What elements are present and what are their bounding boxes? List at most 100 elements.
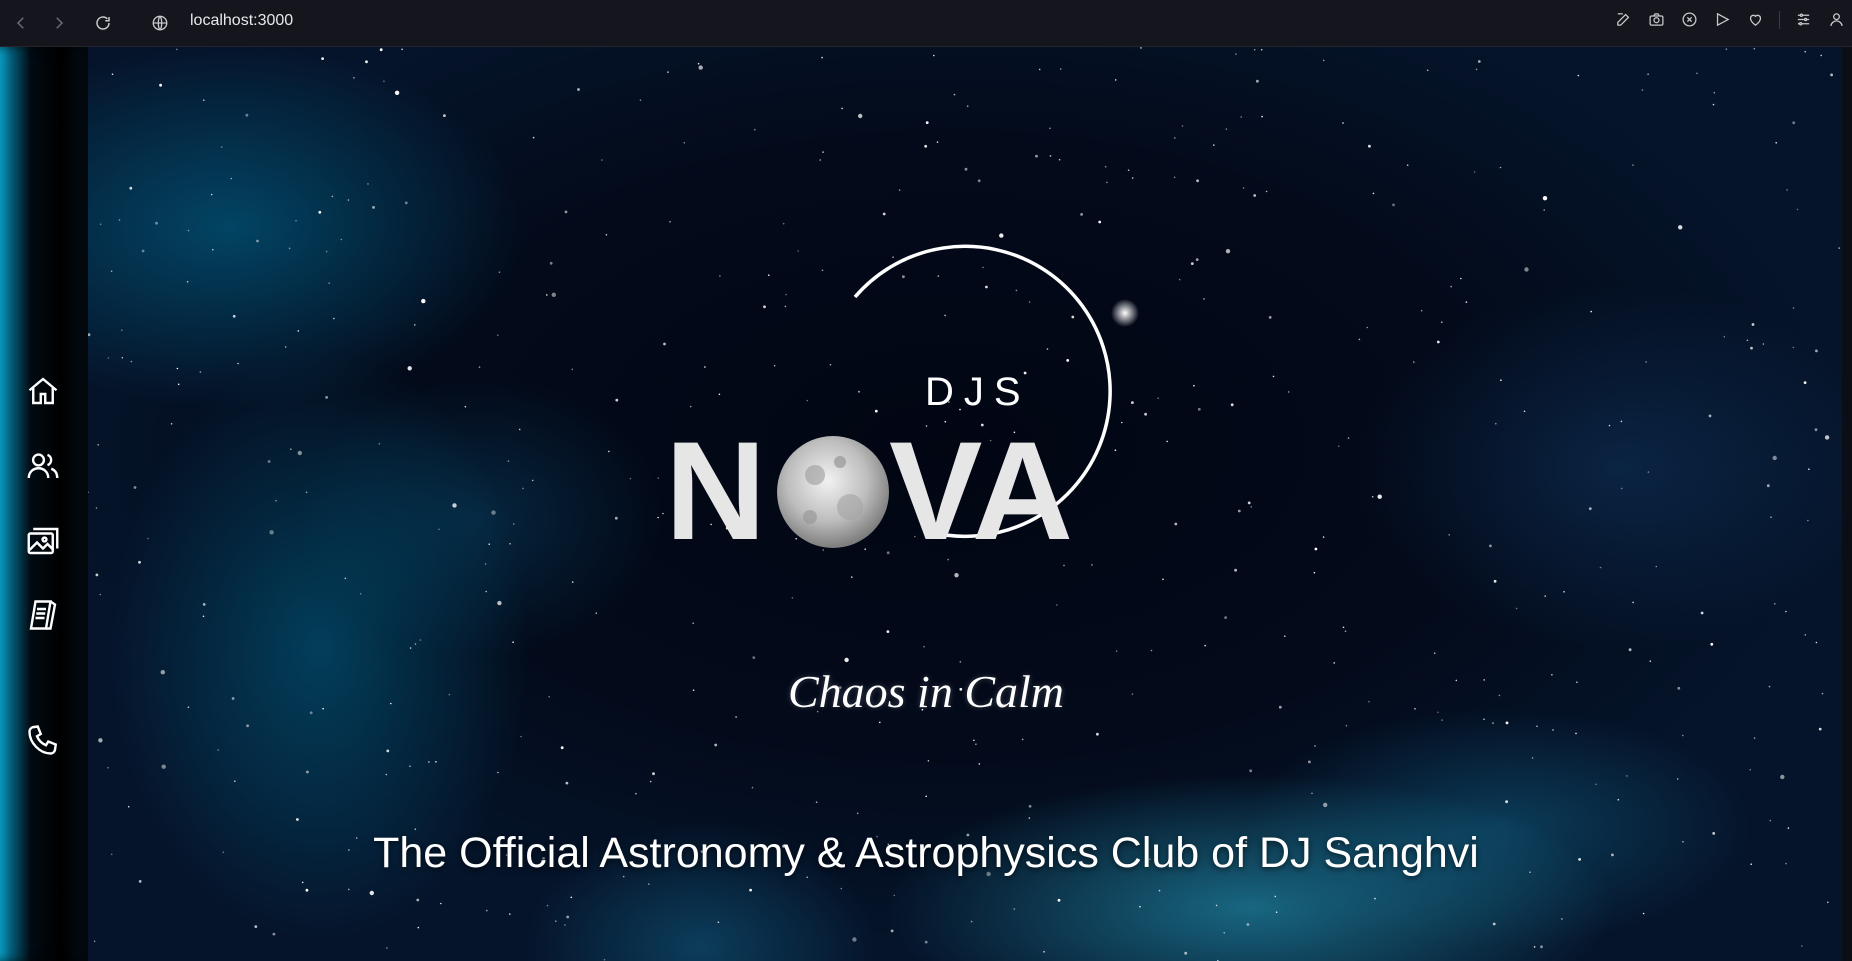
star	[973, 739, 975, 742]
star	[130, 360, 133, 363]
star	[546, 904, 549, 907]
star	[1682, 734, 1684, 737]
camera-icon[interactable]	[1647, 10, 1666, 29]
star	[325, 250, 328, 253]
settings-sliders-icon[interactable]	[1794, 10, 1813, 29]
star	[936, 141, 939, 143]
star	[1441, 321, 1443, 324]
star	[141, 249, 145, 253]
star	[202, 603, 206, 606]
star	[288, 247, 291, 250]
star	[1240, 116, 1242, 118]
star	[518, 428, 521, 431]
star	[953, 93, 956, 96]
star	[385, 773, 388, 776]
star	[272, 932, 276, 936]
star	[898, 189, 901, 191]
star	[301, 881, 304, 884]
page-scrollbar[interactable]	[1842, 47, 1852, 961]
star	[1358, 338, 1361, 341]
star	[1253, 194, 1257, 197]
star	[161, 764, 166, 769]
star	[440, 902, 442, 905]
star	[512, 523, 515, 525]
star	[560, 746, 564, 750]
star	[1114, 79, 1117, 81]
star	[176, 48, 178, 51]
send-icon[interactable]	[1713, 10, 1732, 29]
star	[340, 238, 343, 241]
star	[564, 210, 568, 214]
users-icon	[27, 453, 59, 479]
star	[507, 460, 510, 462]
sidebar-item-members[interactable]	[22, 445, 64, 487]
star	[1056, 604, 1058, 606]
star	[1804, 634, 1807, 636]
star	[414, 643, 417, 645]
star	[1577, 74, 1580, 77]
star	[1750, 346, 1753, 350]
star	[1371, 496, 1374, 498]
star	[970, 920, 973, 923]
star	[344, 577, 347, 580]
star	[1770, 516, 1772, 518]
shield-x-icon[interactable]	[1680, 10, 1699, 29]
star	[95, 573, 99, 577]
star	[667, 71, 669, 73]
logo-djs-text: DJS	[925, 370, 1031, 414]
star	[1106, 181, 1108, 184]
star	[1621, 487, 1623, 490]
star	[1284, 635, 1286, 637]
star	[1772, 455, 1777, 461]
moon-icon	[777, 436, 889, 548]
star	[98, 738, 103, 743]
heart-icon[interactable]	[1746, 10, 1765, 29]
star	[217, 749, 219, 751]
star	[1563, 591, 1565, 593]
sidebar-nav	[0, 47, 88, 961]
star	[649, 780, 652, 783]
star	[1696, 72, 1698, 75]
star	[295, 219, 297, 222]
forward-button[interactable]	[46, 10, 72, 36]
site-info-button[interactable]	[147, 10, 173, 36]
star	[1368, 144, 1371, 148]
address-bar[interactable]: localhost:3000	[190, 12, 293, 30]
star	[1028, 804, 1032, 808]
star	[1178, 278, 1181, 281]
star	[512, 641, 514, 643]
star	[256, 239, 259, 243]
star	[964, 167, 968, 171]
reload-button[interactable]	[90, 10, 116, 36]
sidebar-item-blogs[interactable]	[22, 594, 64, 636]
sidebar-item-contact[interactable]	[22, 719, 64, 761]
blog-icon	[29, 600, 57, 630]
star	[882, 212, 886, 216]
phone-icon	[28, 725, 58, 755]
profile-icon[interactable]	[1827, 10, 1846, 29]
edit-icon[interactable]	[1614, 10, 1633, 29]
star	[1642, 912, 1645, 915]
page-viewport: DJS N VA Chaos in Calm The Official Astr…	[0, 47, 1852, 961]
sidebar-item-gallery[interactable]	[22, 520, 64, 562]
star	[1595, 783, 1597, 786]
sidebar-item-home[interactable]	[22, 370, 64, 412]
star	[858, 113, 863, 119]
star	[1166, 440, 1168, 443]
star	[683, 142, 686, 144]
back-button[interactable]	[8, 10, 34, 36]
star	[954, 573, 959, 578]
star	[1374, 897, 1376, 900]
star	[484, 563, 487, 565]
star	[1647, 471, 1650, 473]
star	[509, 543, 511, 545]
star	[924, 144, 928, 148]
star	[856, 812, 859, 815]
star	[1195, 258, 1199, 261]
star	[1450, 285, 1452, 288]
star	[1590, 310, 1592, 313]
star	[1268, 316, 1272, 319]
star	[629, 477, 632, 480]
star	[419, 639, 422, 641]
star	[1796, 208, 1799, 211]
